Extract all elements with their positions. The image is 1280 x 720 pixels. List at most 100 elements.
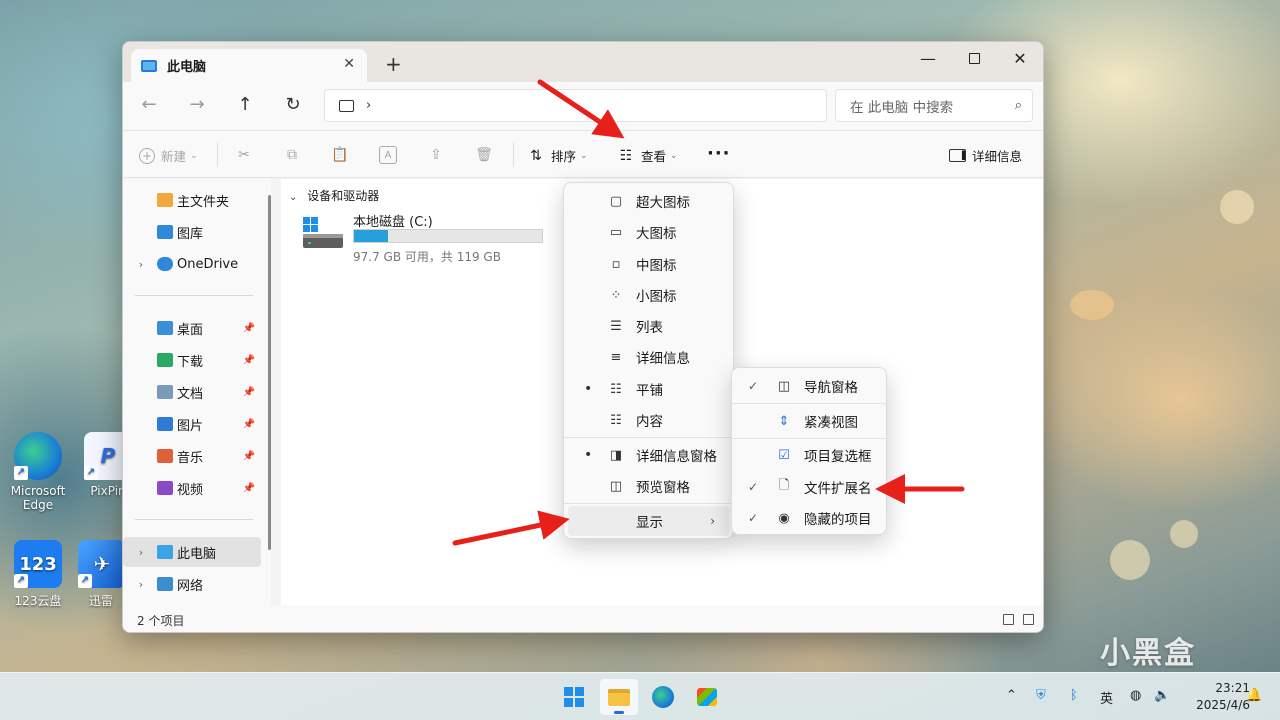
sidebar-item-documents[interactable]: 文档 📌 <box>123 377 261 407</box>
view-button[interactable]: ☷ 查看 ⌄ <box>617 146 678 165</box>
share-button[interactable]: ⇪ <box>427 146 451 164</box>
show-menu-item-navigation-pane[interactable]: ✓ ◫ 导航窗格 <box>736 371 882 401</box>
sidebar-item-network[interactable]: › 网络 <box>123 569 261 599</box>
tab-this-pc[interactable]: 此电脑 ✕ <box>131 49 367 82</box>
pin-icon[interactable]: 📌 <box>243 387 255 398</box>
file-icon: 🗋 <box>778 478 790 493</box>
bluetooth-icon[interactable]: ᛒ <box>1070 688 1078 703</box>
view-menu-item-details[interactable]: ≡ 详细信息 <box>568 342 729 372</box>
sidebar-item-music[interactable]: 音乐 📌 <box>123 441 261 471</box>
cut-button[interactable]: ✂ <box>235 146 259 164</box>
taskbar-edge[interactable] <box>644 679 682 715</box>
taskbar-store[interactable] <box>688 679 726 715</box>
pin-icon[interactable]: 📌 <box>243 323 255 334</box>
menu-item-label: 平铺 <box>636 383 663 399</box>
desktop-icon-123pan[interactable]: 123 ↗ 123云盘 <box>2 540 74 609</box>
view-menu-item-tiles[interactable]: • ☷ 平铺 <box>568 374 729 404</box>
clock[interactable]: 23:21 2025/4/6 <box>1180 680 1250 714</box>
view-menu-item-list[interactable]: ☰ 列表 <box>568 311 729 341</box>
show-menu-item-compact-view[interactable]: ⇕ 紧凑视图 <box>736 406 882 436</box>
ime-indicator[interactable]: 英 <box>1100 688 1113 707</box>
taskbar-file-explorer[interactable] <box>600 679 638 715</box>
show-menu-item-file-extensions[interactable]: ✓ 🗋 文件扩展名 <box>736 472 882 502</box>
preview-pane-icon: ◫ <box>609 478 623 494</box>
view-menu-item-content[interactable]: ☷ 内容 <box>568 405 729 435</box>
sidebar-item-gallery[interactable]: 图库 <box>123 217 261 247</box>
close-tab-icon[interactable]: ✕ <box>343 56 355 72</box>
show-menu-item-item-checkboxes[interactable]: ☑ 项目复选框 <box>736 440 882 470</box>
tiles-view-toggle[interactable] <box>1023 614 1034 625</box>
desktop-icon-edge[interactable]: ↗ Microsoft Edge <box>2 432 74 512</box>
desktop-icon-xunlei[interactable]: ✈ ↗ 迅雷 <box>78 540 124 609</box>
more-options-button[interactable]: ··· <box>707 143 731 164</box>
details-view-toggle[interactable] <box>1003 614 1014 625</box>
monitor-small-icon: ▫ <box>611 256 621 272</box>
address-bar[interactable]: › <box>324 89 827 122</box>
view-menu-item-details-pane[interactable]: • ◨ 详细信息窗格 <box>568 440 729 470</box>
breadcrumb-chevron-icon[interactable]: › <box>366 98 371 113</box>
menu-separator <box>732 438 886 439</box>
sidebar-item-home[interactable]: 主文件夹 <box>123 185 261 215</box>
new-button[interactable]: + 新建 ⌄ <box>139 146 198 165</box>
sidebar-divider <box>135 295 253 296</box>
view-menu-item-extra-large-icons[interactable]: ▢ 超大图标 <box>568 186 729 216</box>
sidebar-item-onedrive[interactable]: › OneDrive <box>123 249 261 279</box>
group-header-devices[interactable]: ⌄ 设备和驱动器 <box>289 187 379 204</box>
pin-icon[interactable]: 📌 <box>243 483 255 494</box>
details-list-icon: ≡ <box>610 349 622 365</box>
volume-icon[interactable]: 🔈 <box>1154 688 1170 703</box>
sidebar-item-desktop[interactable]: 桌面 📌 <box>123 313 261 343</box>
monitor-icon <box>339 99 354 112</box>
eye-icon: ◉ <box>778 510 790 526</box>
drive-c[interactable]: 本地磁盘 (C:) 97.7 GB 可用，共 119 GB <box>301 209 561 264</box>
edge-icon: ↗ <box>14 432 62 480</box>
delete-button[interactable]: 🗑 <box>475 146 499 164</box>
show-menu-item-hidden-items[interactable]: ✓ ◉ 隐藏的项目 <box>736 503 882 533</box>
pin-icon[interactable]: 📌 <box>243 451 255 462</box>
xunlei-icon: ✈ ↗ <box>78 540 124 588</box>
sort-button[interactable]: ⇅ 排序 ⌄ <box>527 146 587 165</box>
expand-chevron-icon[interactable]: › <box>133 578 149 591</box>
minimize-button[interactable]: — <box>905 42 951 74</box>
maximize-button[interactable] <box>951 42 997 74</box>
close-window-button[interactable]: ✕ <box>997 42 1043 74</box>
new-tab-button[interactable]: + <box>385 52 402 76</box>
view-menu-item-small-icons[interactable]: ⁘ 小图标 <box>568 280 729 310</box>
forward-button[interactable]: → <box>185 94 209 115</box>
back-button[interactable]: ← <box>137 94 161 115</box>
command-bar: + 新建 ⌄ ✂ ⧉ 📋 A ⇪ 🗑 ⇅ 排序 ⌄ ☷ 查看 ⌄ ··· ▐ 详… <box>123 130 1043 178</box>
security-shield-icon[interactable]: ⛨ <box>1036 688 1046 703</box>
sidebar-item-videos[interactable]: 视频 📌 <box>123 473 261 503</box>
refresh-button[interactable]: ↻ <box>281 94 305 115</box>
paste-button[interactable]: 📋 <box>331 146 355 164</box>
view-menu-item-large-icons[interactable]: ▭ 大图标 <box>568 217 729 247</box>
checkbox-icon: ☑ <box>778 447 790 463</box>
rename-button[interactable]: A <box>379 146 403 164</box>
chevron-up-icon[interactable]: ⌃ <box>1006 688 1017 703</box>
expand-chevron-icon[interactable]: › <box>133 258 149 271</box>
scissors-icon: ✂ <box>238 147 250 163</box>
globe-network-icon[interactable]: ◍ <box>1130 688 1141 703</box>
search-input[interactable]: 在 此电脑 中搜索 ⌕ <box>835 89 1033 122</box>
notification-bell-icon[interactable]: 🔔 <box>1246 688 1262 703</box>
shortcut-arrow-icon: ↗ <box>78 574 92 588</box>
expand-chevron-icon[interactable]: › <box>133 546 149 559</box>
sidebar-scrollbar[interactable] <box>268 195 271 550</box>
copy-button[interactable]: ⧉ <box>283 146 307 164</box>
details-pane-button[interactable]: ▐ 详细信息 <box>949 146 1022 165</box>
up-button[interactable]: ↑ <box>233 94 257 115</box>
start-button[interactable] <box>555 679 593 715</box>
view-menu-item-medium-icons[interactable]: ▫ 中图标 <box>568 249 729 279</box>
sidebar-item-this-pc[interactable]: › 此电脑 <box>123 537 261 567</box>
view-menu-item-preview-pane[interactable]: ◫ 预览窗格 <box>568 471 729 501</box>
pin-icon[interactable]: 📌 <box>243 355 255 366</box>
sidebar-item-downloads[interactable]: 下载 📌 <box>123 345 261 375</box>
view-menu: ▢ 超大图标 ▭ 大图标 ▫ 中图标 ⁘ 小图标 ☰ 列表 ≡ 详细信息 • ☷… <box>563 182 734 539</box>
pin-icon[interactable]: 📌 <box>243 419 255 430</box>
grid-icon: ⁘ <box>610 287 622 303</box>
search-icon: ⌕ <box>1014 98 1022 113</box>
123pan-icon: 123 ↗ <box>14 540 62 588</box>
view-menu-item-show[interactable]: 显示 › <box>568 506 729 536</box>
menu-item-label: 小图标 <box>636 289 677 305</box>
sidebar-item-pictures[interactable]: 图片 📌 <box>123 409 261 439</box>
